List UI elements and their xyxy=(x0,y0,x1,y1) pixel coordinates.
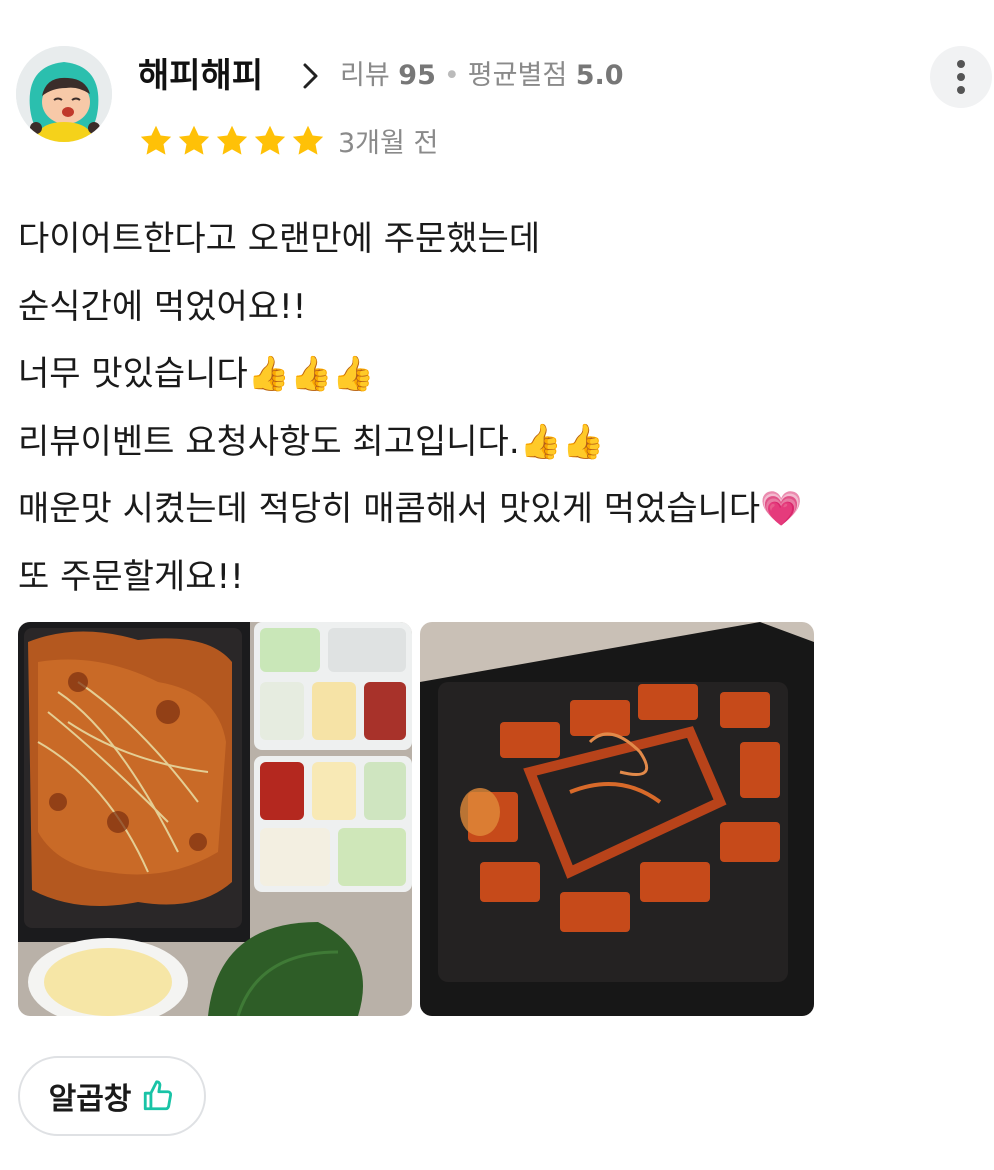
menu-tag-button[interactable]: 알곱창 xyxy=(18,1056,206,1136)
star-icon xyxy=(216,125,248,155)
avg-rating: 5.0 xyxy=(575,60,624,91)
review-line: 순식간에 먹었어요!! xyxy=(18,286,307,327)
reviewer-nickname[interactable]: 해피해피 xyxy=(138,52,263,100)
meta-separator: • xyxy=(443,60,460,91)
thumbs-up-icon xyxy=(144,1080,173,1111)
review-line: 또 주문할게요!! xyxy=(18,556,244,597)
star-icon xyxy=(254,125,286,155)
star-icon xyxy=(178,125,210,155)
star-rating xyxy=(138,123,326,163)
review-body: 다이어트한다고 오랜만에 주문했는데 순식간에 먹었어요!! 너무 맛있습니다👍… xyxy=(18,206,978,611)
review-photo-1[interactable] xyxy=(18,622,412,1016)
review-count-label: 리뷰 xyxy=(340,60,390,91)
food-photo-dish xyxy=(18,622,412,1016)
review-count: 95 xyxy=(398,60,436,91)
review-line: 다이어트한다고 오랜만에 주문했는데 xyxy=(18,219,541,259)
review-line: 리뷰이벤트 요청사항도 최고입니다.👍👍 xyxy=(18,421,605,462)
avg-rating-label: 평균별점 xyxy=(467,60,568,91)
avatar-illustration xyxy=(16,46,112,142)
star-icon xyxy=(292,125,324,155)
reviewer-meta: 리뷰 95 • 평균별점 5.0 xyxy=(340,56,624,96)
more-options-button[interactable] xyxy=(930,46,992,108)
avatar[interactable] xyxy=(16,46,112,142)
star-icon xyxy=(140,125,172,155)
chevron-right-icon[interactable] xyxy=(300,62,322,90)
review-time: 3개월 전 xyxy=(338,128,439,159)
review-line: 매운맛 시켰는데 적당히 매콤해서 맛있게 먹었습니다💗 xyxy=(18,489,803,529)
food-photo-empty-tray xyxy=(420,622,814,1016)
menu-tag-label: 알곱창 xyxy=(48,1082,132,1117)
review-photo-2[interactable] xyxy=(420,622,814,1016)
review-line: 너무 맛있습니다👍👍👍 xyxy=(18,354,375,394)
